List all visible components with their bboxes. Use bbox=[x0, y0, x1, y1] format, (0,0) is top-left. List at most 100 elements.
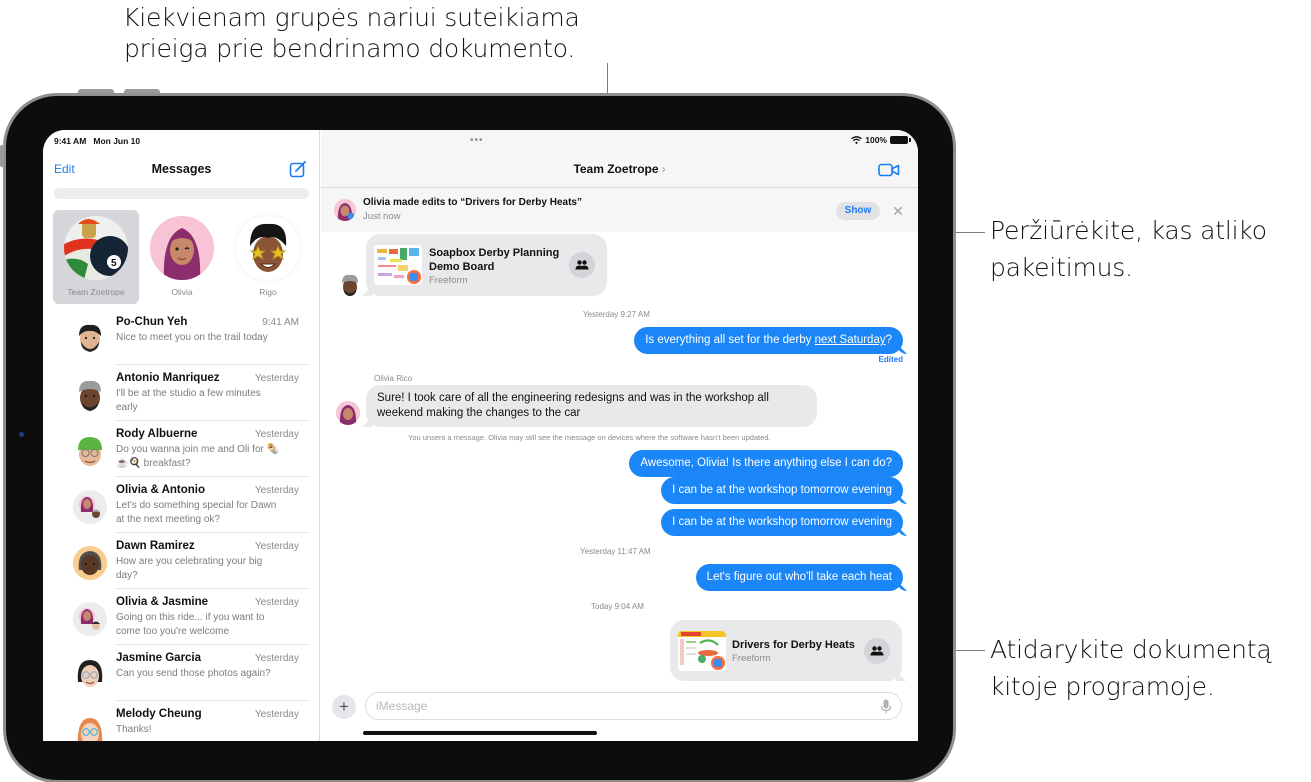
message-outgoing[interactable]: I can be at the workshop tomorrow evenin… bbox=[661, 477, 903, 504]
front-camera bbox=[19, 432, 24, 437]
pinned-label: Team Zoetrope bbox=[67, 287, 125, 297]
group-avatar bbox=[73, 490, 107, 524]
side-button bbox=[0, 145, 4, 167]
freeform-board-thumbnail bbox=[678, 631, 726, 671]
pinned-rigo[interactable]: Rigo bbox=[225, 210, 311, 304]
banner-title: Olivia made edits to “Drivers for Derby … bbox=[363, 197, 582, 208]
divider bbox=[116, 532, 309, 533]
pinned-label: Rigo bbox=[259, 287, 277, 297]
conversation-time: Yesterday bbox=[254, 541, 299, 552]
home-indicator[interactable] bbox=[363, 731, 597, 735]
conversation-name: Olivia & Antonio bbox=[116, 484, 206, 496]
microphone-icon[interactable] bbox=[880, 699, 892, 714]
contact-avatar bbox=[73, 378, 107, 412]
card-title-line2: Demo Board bbox=[429, 261, 495, 273]
card-app-name: Freeform bbox=[429, 275, 468, 286]
callout-shared-access-line1: Kiekvienam grupės nariui suteikiama bbox=[123, 3, 580, 32]
conversation-preview: Can you send those photos again? bbox=[116, 668, 271, 679]
olivia-avatar bbox=[336, 401, 360, 425]
callout-shared-access-line2: prieiga prie bendrinamo dokumento. bbox=[124, 34, 576, 63]
conversation-preview: How are you celebrating your big day? bbox=[116, 556, 263, 581]
pinned-team-zoetrope[interactable]: 5 Team Zoetrope bbox=[53, 210, 139, 304]
conversation-time: 9:41 AM bbox=[262, 317, 299, 328]
team-zoetrope-avatar: 5 bbox=[64, 216, 128, 280]
olivia-avatar bbox=[334, 199, 356, 221]
timestamp: Yesterday 11:47 AM bbox=[580, 547, 651, 556]
search-field[interactable] bbox=[54, 188, 309, 199]
conversation-preview: Going on this ride... if you want to com… bbox=[116, 612, 265, 637]
edited-label[interactable]: Edited bbox=[879, 355, 903, 364]
conversation-name: Olivia & Jasmine bbox=[116, 596, 209, 608]
status-time: 9:41 AM bbox=[54, 136, 87, 146]
message-outgoing[interactable]: Is everything all set for the derby next… bbox=[634, 327, 903, 354]
conversation-name: Dawn Ramirez bbox=[116, 540, 195, 552]
message-outgoing[interactable]: Awesome, Olivia! Is there anything else … bbox=[629, 450, 903, 477]
message-text: ? bbox=[885, 334, 892, 346]
conversation-header: ••• 100% Team Zoetrope › bbox=[321, 130, 918, 188]
show-changes-button[interactable]: Show bbox=[836, 202, 880, 220]
conversation-time: Yesterday bbox=[254, 373, 299, 384]
ipad-screen: 9:41 AM Mon Jun 10 Edit Messages 5 Team … bbox=[43, 130, 918, 741]
status-date: Mon Jun 10 bbox=[93, 136, 141, 146]
conversation-time: Yesterday bbox=[254, 597, 299, 608]
card-title: Drivers for Derby Heats bbox=[732, 639, 855, 651]
card-app-name: Freeform bbox=[732, 653, 771, 664]
battery-icon bbox=[890, 136, 911, 144]
conversation-name: Rody Albuerne bbox=[116, 428, 198, 440]
conversation-name: Po-Chun Yeh bbox=[116, 316, 188, 328]
conversation-preview: Thanks! bbox=[116, 724, 152, 735]
conversation-preview: I'll be at the studio a few minutes earl… bbox=[116, 388, 261, 413]
shared-document-card[interactable]: Soapbox Derby Planning Demo Board Freefo… bbox=[366, 234, 607, 296]
divider bbox=[116, 364, 309, 365]
contact-avatar bbox=[73, 434, 107, 468]
unsent-notice: You unsent a message. Olivia may still s… bbox=[408, 433, 771, 442]
video-camera-icon[interactable] bbox=[878, 163, 900, 177]
contact-avatar bbox=[73, 320, 107, 354]
callout-show-changes-line2: pakeitimus. bbox=[990, 253, 1133, 282]
compose-icon[interactable] bbox=[289, 160, 307, 178]
wifi-icon bbox=[851, 136, 863, 144]
pinned-olivia[interactable]: Olivia bbox=[139, 210, 225, 304]
conversation-item[interactable]: Melody Cheung Yesterday Thanks! bbox=[43, 708, 320, 741]
chevron-right-icon: › bbox=[661, 162, 666, 176]
message-outgoing[interactable]: I can be at the workshop tomorrow evenin… bbox=[661, 509, 903, 536]
olivia-avatar bbox=[150, 216, 214, 280]
message-outgoing[interactable]: Let's figure out who'll take each heat bbox=[695, 564, 903, 591]
imessage-input[interactable] bbox=[365, 692, 902, 720]
edit-notification-banner: Olivia made edits to “Drivers for Derby … bbox=[321, 188, 918, 232]
conversation-time: Yesterday bbox=[254, 485, 299, 496]
conversation-name: Antonio Manriquez bbox=[116, 372, 220, 384]
contact-avatar bbox=[73, 546, 107, 580]
contact-avatar bbox=[73, 656, 107, 690]
shared-document-card[interactable]: Drivers for Derby Heats Freeform bbox=[670, 620, 902, 681]
callout-open-doc-line2: kitoje programoje. bbox=[990, 672, 1215, 701]
antonio-avatar bbox=[338, 273, 362, 297]
rigo-avatar bbox=[236, 216, 300, 280]
conversation-title[interactable]: Team Zoetrope › bbox=[321, 162, 918, 176]
timestamp: Today 9:04 AM bbox=[591, 602, 644, 611]
conversation-title-text: Team Zoetrope bbox=[573, 162, 659, 176]
callout-show-changes-line1: Peržiūrėkite, kas atliko bbox=[990, 216, 1267, 245]
timestamp: Yesterday 9:27 AM bbox=[583, 310, 650, 319]
multitasking-dots[interactable]: ••• bbox=[470, 135, 484, 146]
divider bbox=[116, 588, 309, 589]
message-incoming[interactable]: Sure! I took care of all the engineering… bbox=[366, 385, 817, 427]
card-title-line1: Soapbox Derby Planning bbox=[429, 247, 560, 259]
collaboration-people-icon[interactable] bbox=[864, 638, 890, 664]
conversation-preview: Let's do something special for Dawn at t… bbox=[116, 500, 277, 525]
close-icon[interactable]: ✕ bbox=[891, 202, 905, 220]
status-time-date: 9:41 AM Mon Jun 10 bbox=[54, 136, 140, 146]
date-link[interactable]: next Saturday bbox=[815, 334, 886, 346]
contact-avatar bbox=[73, 714, 107, 741]
sidebar-title: Messages bbox=[151, 162, 212, 176]
apps-plus-button[interactable]: + bbox=[332, 695, 356, 719]
svg-text:5: 5 bbox=[111, 258, 117, 269]
conversation-preview: Nice to meet you on the trail today bbox=[116, 332, 268, 343]
divider bbox=[116, 644, 309, 645]
battery-percent: 100% bbox=[865, 135, 887, 145]
conversation-time: Yesterday bbox=[254, 429, 299, 440]
collaboration-people-icon[interactable] bbox=[569, 252, 595, 278]
conversation-name: Melody Cheung bbox=[116, 708, 202, 720]
divider bbox=[116, 476, 309, 477]
messages-sidebar: 9:41 AM Mon Jun 10 Edit Messages 5 Team … bbox=[43, 130, 320, 741]
